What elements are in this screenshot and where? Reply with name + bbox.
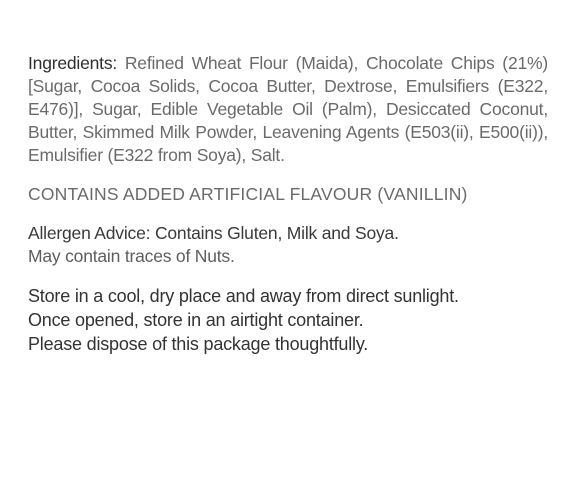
storage-instructions: Store in a cool, dry place and away from… bbox=[28, 284, 548, 356]
storage-line: Once opened, store in an airtight contai… bbox=[28, 310, 364, 330]
ingredients-heading: Ingredients: bbox=[28, 53, 118, 73]
allergen-section: Allergen Advice: Contains Gluten, Milk a… bbox=[28, 222, 548, 268]
storage-line: Store in a cool, dry place and away from… bbox=[28, 286, 459, 306]
storage-line: Please dispose of this package thoughtfu… bbox=[28, 334, 369, 354]
artificial-flavour-notice: CONTAINS ADDED ARTIFICIAL FLAVOUR (VANIL… bbox=[28, 184, 468, 204]
allergen-traces: May contain traces of Nuts. bbox=[28, 246, 235, 266]
allergen-advice: Allergen Advice: Contains Gluten, Milk a… bbox=[28, 223, 399, 243]
food-label: Ingredients: Refined Wheat Flour (Maida)… bbox=[28, 52, 548, 356]
ingredients-section: Ingredients: Refined Wheat Flour (Maida)… bbox=[28, 52, 548, 167]
